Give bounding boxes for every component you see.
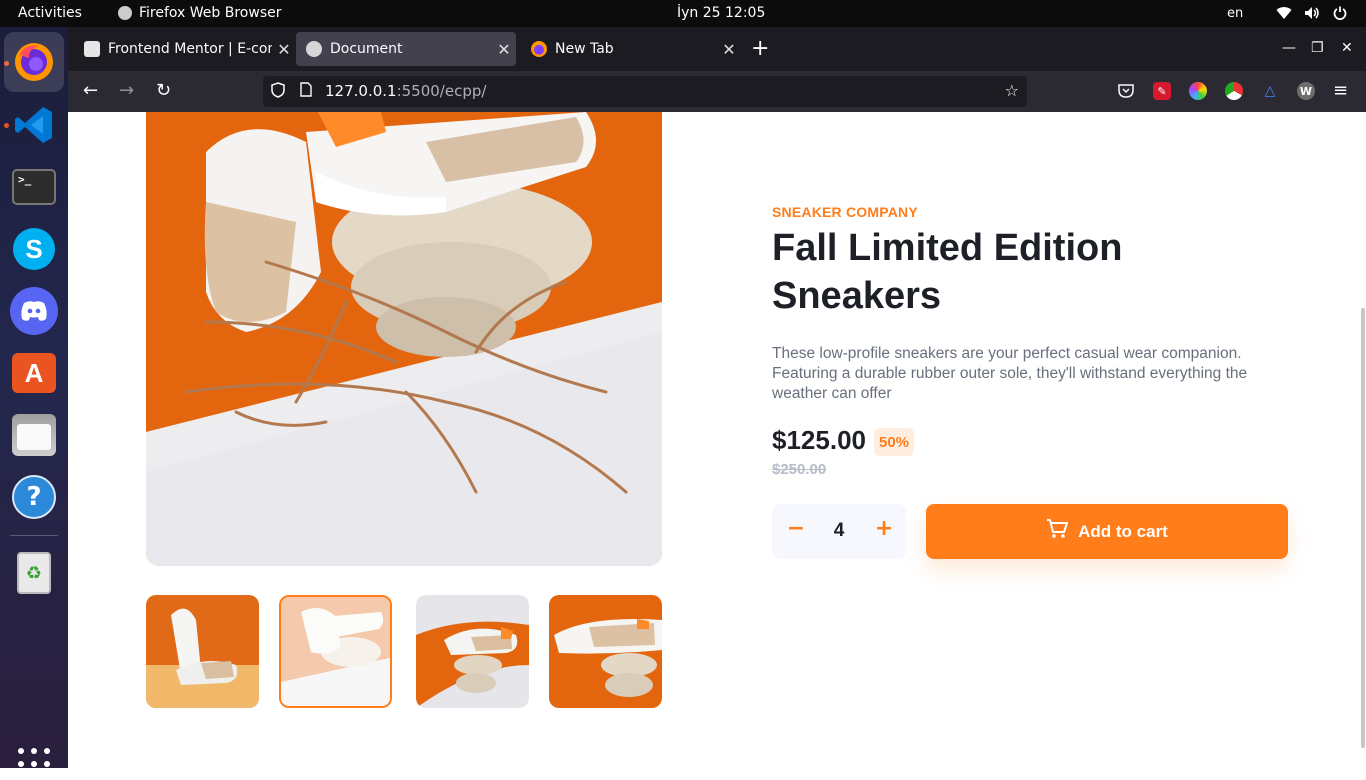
bookmark-star-icon[interactable]: ☆ <box>1005 81 1019 100</box>
app-menu-label: Firefox Web Browser <box>139 5 282 21</box>
product-thumbnail-4[interactable] <box>549 595 662 708</box>
url-host: 127.0.0.1 <box>325 82 397 100</box>
browser-tab-bar: Frontend Mentor | E-commerce product pag… <box>68 27 1366 71</box>
page-info-icon[interactable] <box>300 82 312 101</box>
extension-red-icon[interactable]: ✎ <box>1153 82 1171 100</box>
power-icon <box>1332 5 1348 21</box>
app-center-bag-icon: A <box>12 353 56 393</box>
current-price: $125.00 <box>772 425 866 455</box>
close-tab-icon[interactable]: ✕ <box>272 40 296 59</box>
color-picker-extension-icon[interactable] <box>1189 82 1207 100</box>
reload-icon[interactable]: ↻ <box>156 80 171 102</box>
dock-separator <box>10 535 58 536</box>
product-thumbnail-2[interactable] <box>279 595 392 708</box>
system-menu[interactable] <box>1276 5 1348 21</box>
globe-favicon-icon <box>306 41 322 57</box>
tab-new-tab[interactable]: New Tab ✕ <box>521 32 741 66</box>
product-thumbnail-3[interactable] <box>416 595 529 708</box>
firefox-dock-icon[interactable] <box>4 32 64 92</box>
terminal-prompt: >_ <box>12 169 56 205</box>
folder-icon <box>12 414 56 456</box>
clock[interactable]: İyn 25 12:05 <box>677 5 765 21</box>
skype-dock-icon[interactable]: S <box>10 225 58 273</box>
extension-circle-icon[interactable] <box>1225 82 1243 100</box>
hamburger-menu-icon[interactable]: ≡ <box>1333 80 1348 102</box>
decrease-quantity-button[interactable]: − <box>786 516 806 541</box>
product-main-image[interactable] <box>146 112 662 566</box>
tracking-shield-icon[interactable] <box>271 82 285 102</box>
show-applications-icon[interactable] <box>18 748 50 780</box>
firefox-favicon-icon <box>531 41 547 57</box>
minimize-window-icon[interactable]: — <box>1282 40 1296 56</box>
tab-label: Frontend Mentor | E-commerce product pag… <box>108 41 272 57</box>
pocket-icon[interactable] <box>1117 82 1135 100</box>
original-price: $250.00 <box>772 461 827 478</box>
frontend-mentor-favicon-icon <box>84 41 100 57</box>
extension-triangle-icon[interactable]: △ <box>1261 82 1279 100</box>
product-title: Fall Limited Edition Sneakers <box>772 227 1123 317</box>
forward-arrow-icon[interactable]: → <box>119 80 134 102</box>
maximize-window-icon[interactable]: ❐ <box>1311 40 1324 56</box>
tab-frontend-mentor[interactable]: Frontend Mentor | E-commerce product pag… <box>74 32 296 66</box>
recycle-icon: ♻ <box>17 552 51 594</box>
quantity-stepper: − 4 + <box>772 504 906 559</box>
add-to-cart-button[interactable]: Add to cart <box>926 504 1288 559</box>
keyboard-layout-indicator[interactable]: en <box>1227 6 1243 21</box>
cart-icon <box>1046 519 1069 544</box>
terminal-dock-icon[interactable]: >_ <box>10 163 58 211</box>
product-thumbnail-1[interactable] <box>146 595 259 708</box>
extension-w-icon[interactable]: W <box>1297 82 1315 100</box>
files-dock-icon[interactable] <box>10 411 58 459</box>
address-bar[interactable]: 127.0.0.1:5500/ecpp/ ☆ <box>263 76 1027 107</box>
close-tab-icon[interactable]: ✕ <box>492 40 516 59</box>
tab-label: Document <box>330 41 403 57</box>
increase-quantity-button[interactable]: + <box>874 516 894 541</box>
activities-button[interactable]: Activities <box>18 5 82 21</box>
active-thumbnail-overlay <box>281 597 390 706</box>
discount-badge: 50% <box>874 428 914 456</box>
add-to-cart-label: Add to cart <box>1078 521 1168 541</box>
close-tab-icon[interactable]: ✕ <box>717 40 741 59</box>
firefox-mini-icon <box>118 6 132 20</box>
running-indicator <box>4 123 9 128</box>
web-page: SNEAKER COMPANY Fall Limited Edition Sne… <box>68 112 1366 768</box>
app-menu[interactable]: Firefox Web Browser <box>118 5 282 21</box>
discord-dock-icon[interactable] <box>10 287 58 335</box>
discord-logo-icon <box>10 287 58 335</box>
product-description: These low-profile sneakers are your perf… <box>772 345 1248 402</box>
volume-icon <box>1304 5 1320 21</box>
back-arrow-icon[interactable]: ← <box>83 80 98 102</box>
ubuntu-dock: >_ S A ? ♻ <box>0 27 68 780</box>
tab-label: New Tab <box>555 41 614 57</box>
new-tab-plus-icon[interactable]: + <box>751 38 769 60</box>
close-window-icon[interactable]: ✕ <box>1341 40 1353 56</box>
quantity-value: 4 <box>833 520 845 541</box>
page-scrollbar[interactable] <box>1361 308 1365 748</box>
browser-nav-bar: ← → ↻ 127.0.0.1:5500/ecpp/ ☆ ✎ △ W ≡ <box>68 71 1366 112</box>
wifi-icon <box>1276 5 1292 21</box>
url-path: :5500/ecpp/ <box>396 82 487 100</box>
trash-dock-icon[interactable]: ♻ <box>10 549 58 597</box>
system-top-bar: Activities Firefox Web Browser İyn 25 12… <box>0 0 1366 27</box>
app-center-dock-icon[interactable]: A <box>10 349 58 397</box>
skype-logo-icon: S <box>13 228 55 270</box>
help-question-icon: ? <box>12 475 56 519</box>
help-dock-icon[interactable]: ? <box>10 473 58 521</box>
vscode-dock-icon[interactable] <box>10 101 58 149</box>
tab-document[interactable]: Document ✕ <box>296 32 516 66</box>
product-company: SNEAKER COMPANY <box>772 204 918 220</box>
url-text: 127.0.0.1:5500/ecpp/ <box>325 82 486 100</box>
